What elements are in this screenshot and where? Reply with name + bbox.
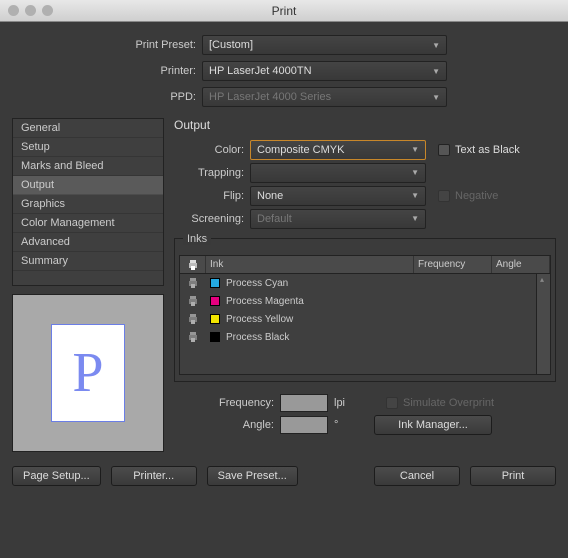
inks-panel-title: Inks <box>183 233 211 245</box>
frequency-label: Frequency: <box>174 397 274 409</box>
ink-swatch <box>210 314 220 324</box>
trapping-dropdown: ▼ <box>250 163 426 183</box>
sidebar-item-general[interactable]: General <box>13 119 163 138</box>
inks-panel: Inks Ink Frequency Angle Process CyanPro… <box>174 238 556 382</box>
angle-label: Angle: <box>174 419 274 431</box>
printer-button[interactable]: Printer... <box>111 466 197 486</box>
page-setup-button[interactable]: Page Setup... <box>12 466 101 486</box>
ink-name: Process Cyan <box>206 278 400 289</box>
preview-glyph: P <box>72 341 103 405</box>
chevron-down-icon: ▼ <box>432 67 440 76</box>
page-setup-label: Page Setup... <box>23 470 90 482</box>
cancel-label: Cancel <box>400 470 434 482</box>
titlebar: Print <box>0 0 568 22</box>
inks-table: Ink Frequency Angle Process Cyan Process … <box>179 255 551 375</box>
angle-column-header[interactable]: Angle <box>492 256 550 273</box>
ink-name: Process Magenta <box>206 296 400 307</box>
flip-label: Flip: <box>174 190 250 202</box>
print-preset-dropdown[interactable]: [Custom] ▼ <box>202 35 447 55</box>
chevron-down-icon: ▼ <box>432 93 440 102</box>
simulate-overprint-checkbox: Simulate Overprint <box>386 397 494 409</box>
category-sidebar: GeneralSetupMarks and BleedOutputGraphic… <box>12 118 164 286</box>
screening-dropdown: Default ▼ <box>250 209 426 229</box>
color-value: Composite CMYK <box>257 144 344 156</box>
simulate-overprint-label: Simulate Overprint <box>403 397 494 409</box>
page-preview: P <box>12 294 164 452</box>
ink-manager-button[interactable]: Ink Manager... <box>374 415 492 435</box>
sidebar-item-advanced[interactable]: Advanced <box>13 233 163 252</box>
checkbox-icon <box>386 397 398 409</box>
ink-row[interactable]: Process Magenta <box>180 292 536 310</box>
screening-value: Default <box>257 213 292 225</box>
printer-icon <box>180 296 206 306</box>
checkbox-icon <box>438 190 450 202</box>
chevron-down-icon: ▼ <box>411 191 419 200</box>
trapping-label: Trapping: <box>174 167 250 179</box>
frequency-field[interactable] <box>280 394 328 412</box>
ink-name: Process Yellow <box>206 314 400 325</box>
ppd-dropdown[interactable]: HP LaserJet 4000 Series ▼ <box>202 87 447 107</box>
ppd-label: PPD: <box>82 91 202 103</box>
inks-scrollbar[interactable] <box>536 274 550 374</box>
sidebar-item-graphics[interactable]: Graphics <box>13 195 163 214</box>
checkbox-icon <box>438 144 450 156</box>
ink-column-header[interactable]: Ink <box>206 256 414 273</box>
output-section-title: Output <box>174 118 556 132</box>
window-title: Print <box>0 4 568 18</box>
ink-name: Process Black <box>206 332 400 343</box>
text-as-black-label: Text as Black <box>455 144 520 156</box>
printer-icon <box>180 278 206 288</box>
ink-swatch <box>210 278 220 288</box>
sidebar-item-setup[interactable]: Setup <box>13 138 163 157</box>
ppd-value: HP LaserJet 4000 Series <box>209 91 331 103</box>
negative-checkbox: Negative <box>438 190 498 202</box>
printer-label: Printer: <box>82 65 202 77</box>
sidebar-item-output[interactable]: Output <box>13 176 163 195</box>
printer-icon <box>180 314 206 324</box>
sidebar-item-summary[interactable]: Summary <box>13 252 163 271</box>
sidebar-item-color-management[interactable]: Color Management <box>13 214 163 233</box>
save-preset-button[interactable]: Save Preset... <box>207 466 298 486</box>
angle-field[interactable] <box>280 416 328 434</box>
print-preset-label: Print Preset: <box>82 39 202 51</box>
print-label: Print <box>502 470 525 482</box>
save-preset-label: Save Preset... <box>218 470 287 482</box>
ink-swatch <box>210 296 220 306</box>
print-button[interactable]: Print <box>470 466 556 486</box>
flip-value: None <box>257 190 283 202</box>
ink-manager-label: Ink Manager... <box>398 419 468 431</box>
screening-label: Screening: <box>174 213 250 225</box>
printer-btn-label: Printer... <box>133 470 174 482</box>
chevron-down-icon: ▼ <box>411 168 419 177</box>
ink-row[interactable]: Process Cyan <box>180 274 536 292</box>
print-preset-value: [Custom] <box>209 39 253 51</box>
negative-label: Negative <box>455 190 498 202</box>
printer-value: HP LaserJet 4000TN <box>209 65 312 77</box>
ink-swatch <box>210 332 220 342</box>
color-label: Color: <box>174 144 250 156</box>
preview-page: P <box>51 324 125 422</box>
printer-dropdown[interactable]: HP LaserJet 4000TN ▼ <box>202 61 447 81</box>
chevron-down-icon: ▼ <box>411 214 419 223</box>
text-as-black-checkbox[interactable]: Text as Black <box>438 144 520 156</box>
color-dropdown[interactable]: Composite CMYK ▼ <box>250 140 426 160</box>
chevron-down-icon: ▼ <box>411 145 419 154</box>
print-column-header[interactable] <box>180 256 206 273</box>
printer-icon <box>180 332 206 342</box>
frequency-unit: lpi <box>334 397 352 409</box>
flip-dropdown[interactable]: None ▼ <box>250 186 426 206</box>
chevron-down-icon: ▼ <box>432 41 440 50</box>
angle-unit: ° <box>334 419 352 431</box>
freq-column-header[interactable]: Frequency <box>414 256 492 273</box>
ink-row[interactable]: Process Yellow <box>180 310 536 328</box>
cancel-button[interactable]: Cancel <box>374 466 460 486</box>
sidebar-item-marks-and-bleed[interactable]: Marks and Bleed <box>13 157 163 176</box>
ink-row[interactable]: Process Black <box>180 328 536 346</box>
